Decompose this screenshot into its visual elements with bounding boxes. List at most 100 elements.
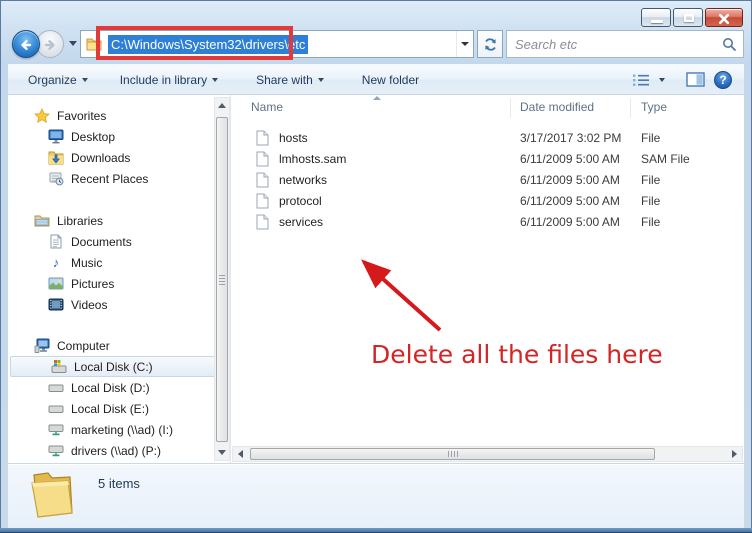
main-content: Favorites Desktop Downloads Recent Place…	[8, 95, 744, 463]
address-dropdown-button[interactable]	[456, 31, 473, 57]
toolbar-right-group: ?	[632, 65, 732, 94]
chevron-down-icon	[212, 78, 218, 82]
sidebar-label: Local Disk (C:)	[74, 360, 153, 374]
sidebar-scrollbar[interactable]	[214, 97, 230, 461]
organize-label: Organize	[28, 73, 77, 87]
scroll-up-icon[interactable]	[215, 98, 229, 113]
include-in-library-button[interactable]: Include in library	[112, 69, 226, 91]
back-button[interactable]	[12, 30, 40, 58]
scroll-left-icon[interactable]	[233, 447, 248, 461]
forward-button[interactable]	[36, 30, 64, 58]
drive-c-icon	[51, 359, 67, 375]
new-folder-button[interactable]: New folder	[354, 69, 427, 91]
sidebar-label: Desktop	[71, 130, 115, 144]
help-button[interactable]: ?	[714, 71, 732, 89]
sidebar-item-drivers-drive[interactable]: drivers (\\ad) (P:)	[8, 440, 214, 461]
file-icon	[256, 214, 269, 233]
sidebar-label: Recent Places	[71, 172, 148, 186]
sidebar-label: Music	[71, 256, 102, 270]
sidebar-item-libraries[interactable]: Libraries	[8, 210, 214, 231]
details-pane: 5 items	[8, 463, 744, 528]
sidebar-label: Pictures	[71, 277, 114, 291]
sidebar-item-documents[interactable]: Documents	[8, 231, 214, 252]
sidebar-label: Local Disk (D:)	[71, 381, 150, 395]
sidebar-label: Downloads	[71, 151, 130, 165]
chevron-down-icon	[82, 78, 88, 82]
organize-button[interactable]: Organize	[20, 69, 96, 91]
address-bar[interactable]: C:\Windows\System32\drivers\etc	[80, 30, 474, 58]
sidebar-label: marketing (\\ad) (I:)	[71, 423, 173, 437]
sidebar-item-downloads[interactable]: Downloads	[8, 147, 214, 168]
file-row-protocol[interactable]: protocol 6/11/2009 5:00 AM File	[231, 191, 744, 212]
column-separator[interactable]	[630, 98, 631, 118]
drive-icon	[48, 401, 64, 417]
file-row-services[interactable]: services 6/11/2009 5:00 AM File	[231, 212, 744, 233]
file-row-lmhosts[interactable]: lmhosts.sam 6/11/2009 5:00 AM SAM File	[231, 149, 744, 170]
search-input[interactable]	[507, 37, 722, 52]
maximize-button[interactable]	[673, 8, 703, 27]
share-with-button[interactable]: Share with	[248, 69, 332, 91]
window-frame-bottom	[0, 528, 752, 533]
file-icon	[256, 193, 269, 212]
file-icon	[256, 130, 269, 149]
network-drive-icon	[48, 443, 64, 459]
sidebar-label: Documents	[71, 235, 132, 249]
sidebar-item-local-disk-c[interactable]: Local Disk (C:)	[10, 356, 216, 377]
address-path[interactable]: C:\Windows\System32\drivers\etc	[108, 35, 308, 54]
libraries-icon	[34, 213, 50, 229]
sort-ascending-icon	[373, 96, 381, 100]
file-row-hosts[interactable]: hosts 3/17/2017 3:02 PM File	[231, 128, 744, 149]
column-separator[interactable]	[510, 98, 511, 118]
minimize-icon	[651, 20, 663, 23]
sidebar-item-computer[interactable]: Computer	[8, 335, 214, 356]
sidebar-item-desktop[interactable]: Desktop	[8, 126, 214, 147]
minimize-button[interactable]	[641, 8, 671, 27]
column-header-name[interactable]: Name	[251, 100, 283, 114]
views-dropdown-icon[interactable]	[659, 78, 665, 82]
preview-pane-icon[interactable]	[686, 72, 705, 87]
sidebar-item-marketing-drive[interactable]: marketing (\\ad) (I:)	[8, 419, 214, 440]
scroll-right-icon[interactable]	[727, 447, 742, 461]
sidebar-item-music[interactable]: ♪ Music	[8, 252, 214, 273]
include-in-library-label: Include in library	[120, 73, 207, 87]
search-icon[interactable]	[722, 37, 736, 51]
file-icon	[256, 151, 269, 170]
computer-icon	[34, 338, 50, 354]
sidebar-item-recent-places[interactable]: Recent Places	[8, 168, 214, 189]
close-button[interactable]	[705, 8, 743, 27]
file-list-horizontal-scrollbar[interactable]	[232, 446, 743, 462]
network-drive-icon	[48, 422, 64, 438]
sidebar-item-local-disk-d[interactable]: Local Disk (D:)	[8, 377, 214, 398]
sidebar-item-videos[interactable]: Videos	[8, 294, 214, 315]
drive-icon	[48, 380, 64, 396]
back-arrow-icon	[18, 37, 34, 53]
sidebar-item-favorites[interactable]: Favorites	[8, 105, 214, 126]
pictures-icon	[48, 276, 64, 292]
navigation-bar: C:\Windows\System32\drivers\etc	[8, 28, 744, 62]
file-row-networks[interactable]: networks 6/11/2009 5:00 AM File	[231, 170, 744, 191]
search-box	[506, 30, 744, 58]
music-icon: ♪	[48, 255, 64, 271]
column-header-date-modified[interactable]: Date modified	[520, 100, 594, 114]
downloads-icon	[48, 150, 64, 166]
column-headers: Name Date modified Type	[231, 95, 744, 121]
history-dropdown-icon[interactable]	[69, 41, 77, 46]
scrollbar-grip	[219, 275, 225, 285]
sidebar-item-pictures[interactable]: Pictures	[8, 273, 214, 294]
sidebar-label: Libraries	[57, 214, 103, 228]
refresh-icon	[483, 37, 498, 52]
sidebar-label: Local Disk (E:)	[71, 402, 149, 416]
column-header-type[interactable]: Type	[641, 100, 667, 114]
refresh-button[interactable]	[477, 30, 503, 58]
views-icon[interactable]	[632, 73, 650, 87]
star-icon	[34, 108, 50, 124]
scrollbar-thumb[interactable]	[216, 117, 228, 442]
scrollbar-thumb[interactable]	[250, 448, 655, 460]
help-icon: ?	[719, 73, 726, 87]
window-controls	[641, 8, 743, 27]
sidebar-item-local-disk-e[interactable]: Local Disk (E:)	[8, 398, 214, 419]
command-toolbar: Organize Include in library Share with N…	[8, 64, 744, 95]
sidebar-label: Computer	[57, 339, 110, 353]
videos-icon	[48, 297, 64, 313]
scroll-down-icon[interactable]	[215, 445, 229, 460]
